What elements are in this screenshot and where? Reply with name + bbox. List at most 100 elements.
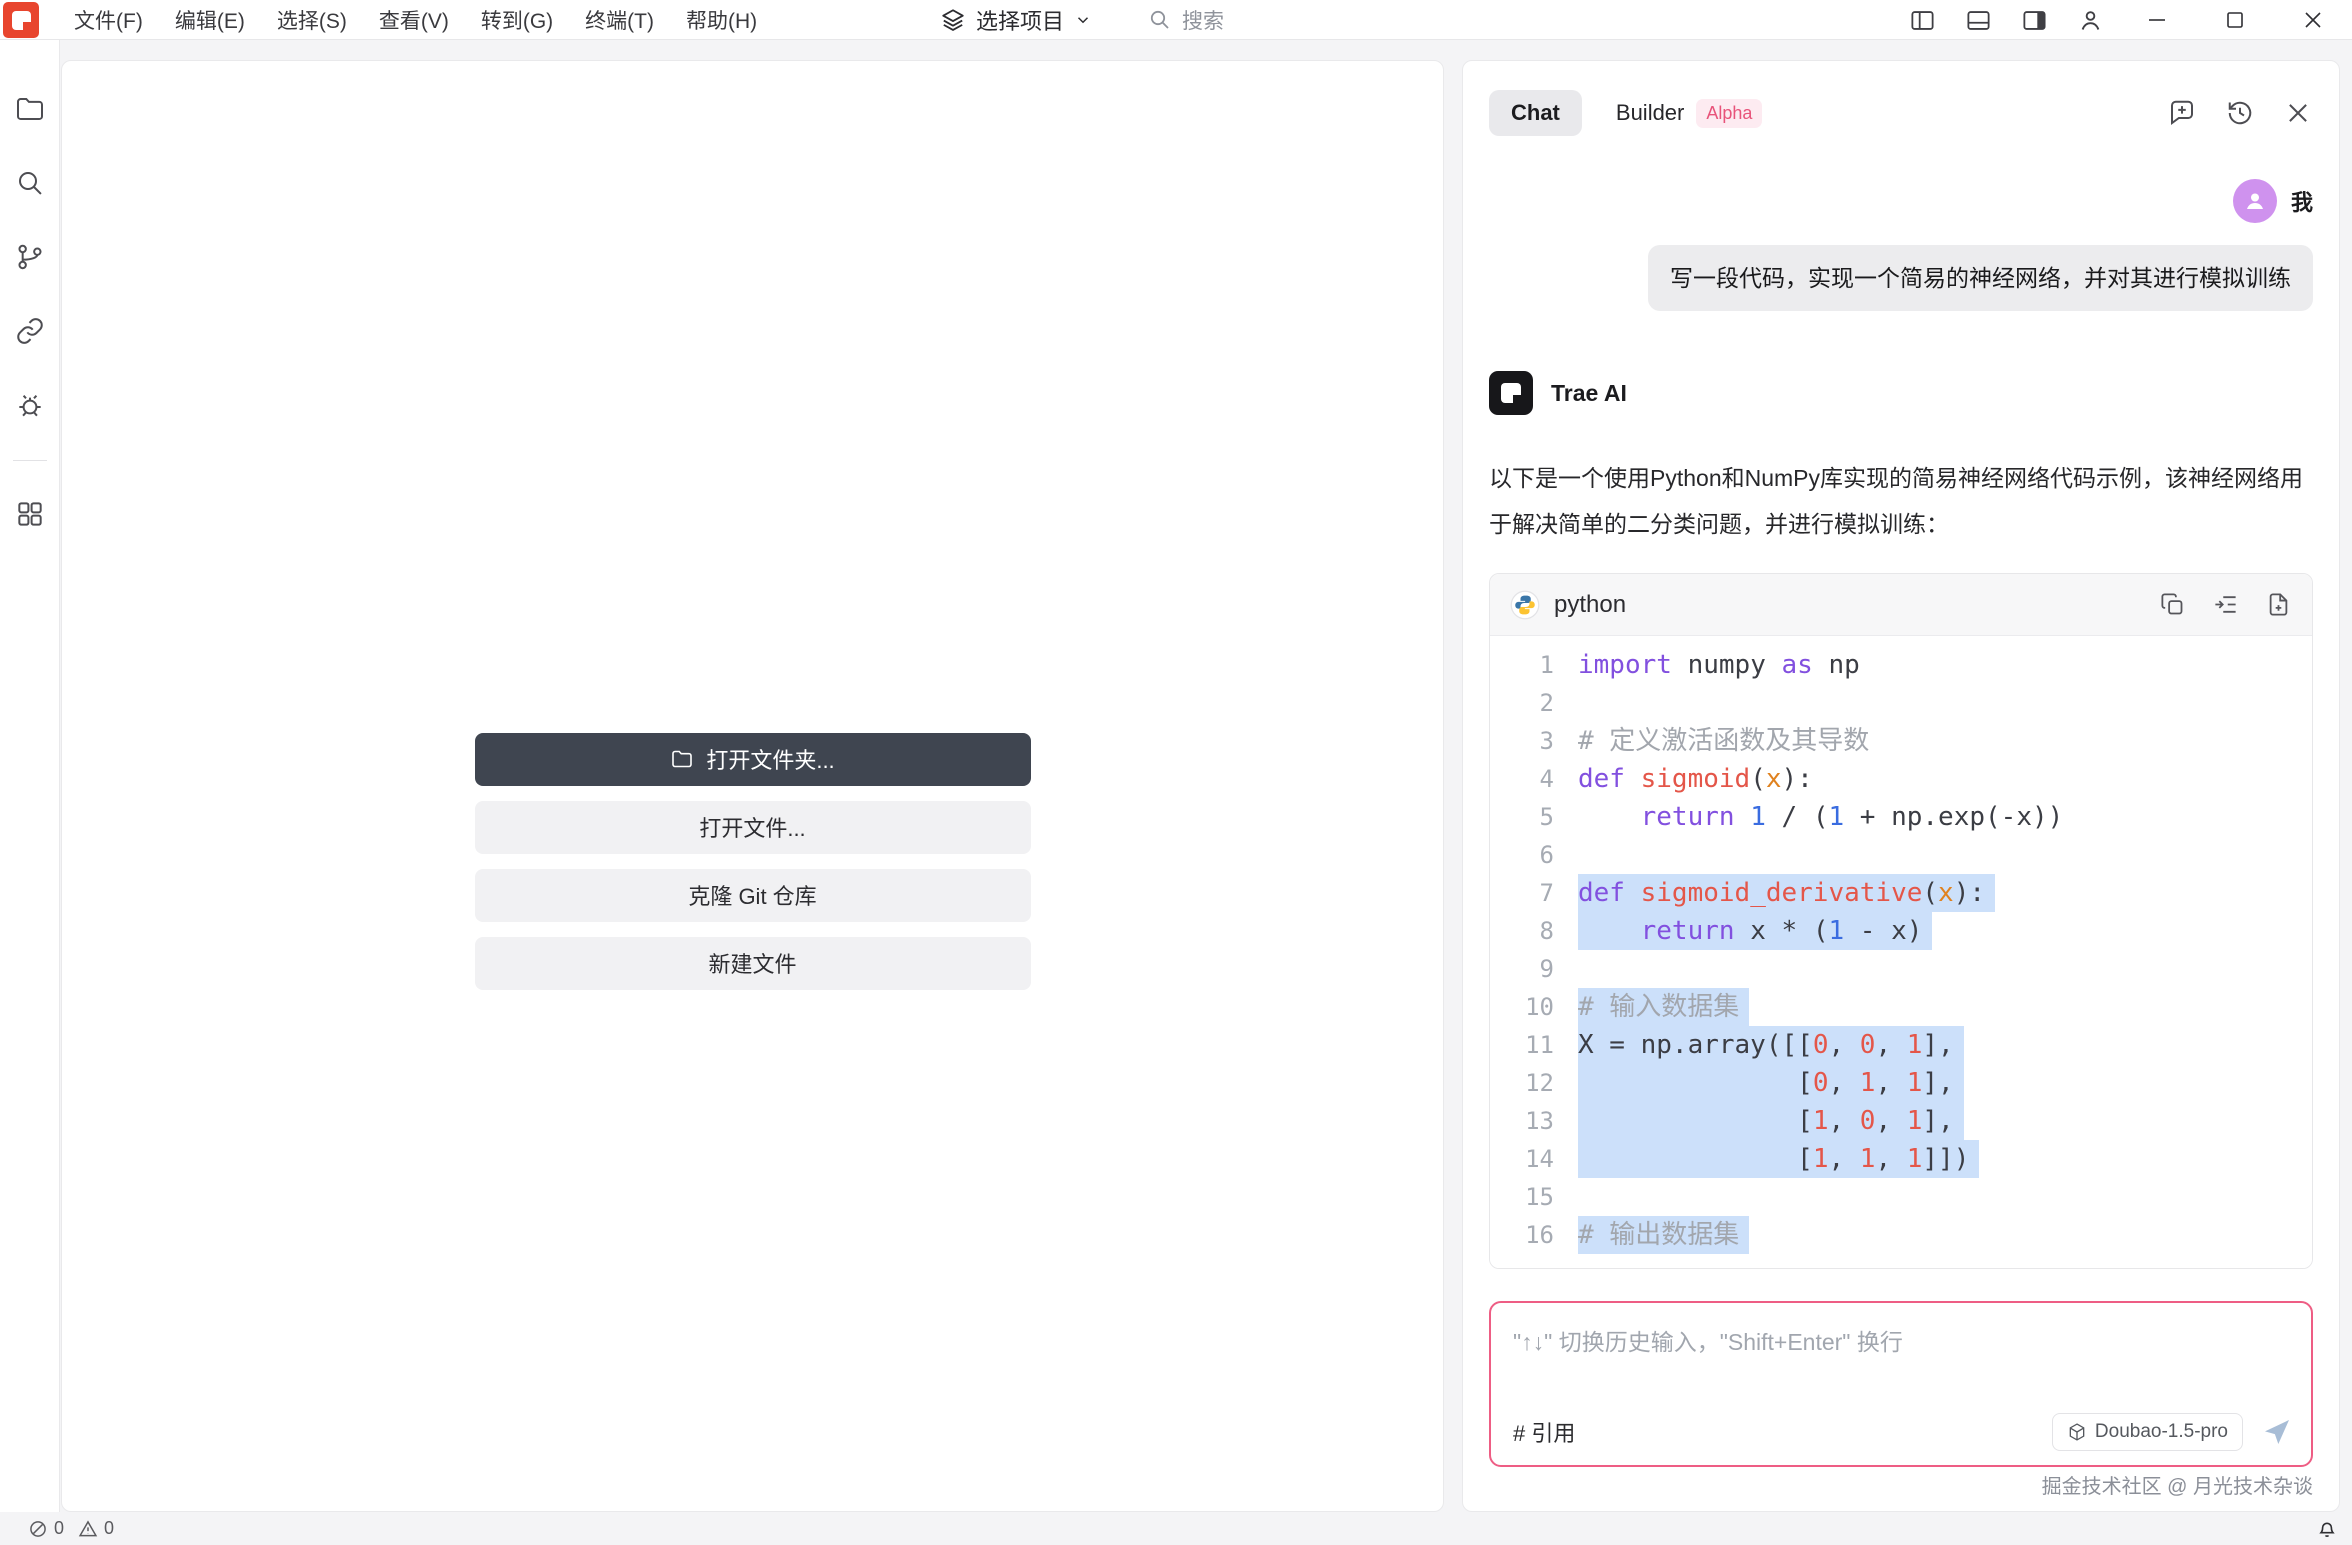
problems-errors[interactable]: 0 (28, 1518, 64, 1539)
plugins-icon[interactable] (0, 477, 60, 551)
code-block-header: python (1490, 574, 2312, 636)
code-line: 12 [0, 1, 1], (1490, 1064, 2312, 1102)
layers-icon (940, 7, 966, 33)
search-sidebar-icon[interactable] (0, 146, 60, 220)
menu-help[interactable]: 帮助(H) (670, 5, 773, 35)
maximize-button[interactable] (2196, 0, 2274, 40)
insert-code-icon[interactable] (2212, 591, 2239, 618)
warning-count: 0 (104, 1518, 114, 1539)
project-selector[interactable]: 选择项目 (940, 4, 1092, 36)
chat-panel: Chat Builder Alpha 我 (1462, 60, 2340, 1512)
code-line: 1import numpy as np (1490, 646, 2312, 684)
code-line: 4def sigmoid(x): (1490, 760, 2312, 798)
account-icon[interactable] (2062, 0, 2118, 40)
user-message-wrap: 写一段代码，实现一个简易的神经网络，并对其进行模拟训练 (1489, 223, 2313, 311)
minimize-button[interactable] (2118, 0, 2196, 40)
problems-warnings[interactable]: 0 (78, 1518, 114, 1539)
app-logo-icon[interactable] (3, 2, 39, 38)
welcome-actions: 打开文件夹... 打开文件... 克隆 Git 仓库 新建文件 (475, 733, 1031, 990)
toggle-right-panel-icon[interactable] (2006, 0, 2062, 40)
input-toolbar: # 引用 Doubao-1.5-pro (1513, 1413, 2293, 1451)
assistant-name: Trae AI (1551, 380, 1627, 407)
code-line: 5 return 1 / (1 + np.exp(-x)) (1490, 798, 2312, 836)
code-line: 11X = np.array([[0, 0, 1], (1490, 1026, 2312, 1064)
remote-link-icon[interactable] (0, 294, 60, 368)
search-icon (1148, 8, 1172, 32)
code-actions (2159, 591, 2292, 618)
code-line: 15 (1490, 1178, 2312, 1216)
project-selector-label: 选择项目 (976, 4, 1064, 36)
chat-header-actions (2167, 98, 2313, 128)
model-selector[interactable]: Doubao-1.5-pro (2052, 1413, 2243, 1451)
menu-terminal[interactable]: 终端(T) (569, 5, 670, 35)
clone-repo-button[interactable]: 克隆 Git 仓库 (475, 869, 1031, 922)
new-chat-icon[interactable] (2167, 98, 2197, 128)
titlebar-right (1894, 0, 2352, 40)
code-lines[interactable]: 1import numpy as np23# 定义激活函数及其导数4def si… (1490, 636, 2312, 1268)
chat-input-placeholder: "↑↓" 切换历史输入，"Shift+Enter" 换行 (1513, 1323, 2289, 1357)
code-line: 3# 定义激活函数及其导数 (1490, 722, 2312, 760)
warning-icon (78, 1519, 98, 1539)
source-control-icon[interactable] (0, 220, 60, 294)
sidebar-divider (13, 460, 47, 461)
clone-repo-label: 克隆 Git 仓库 (688, 879, 816, 911)
close-panel-icon[interactable] (2283, 98, 2313, 128)
new-file-button[interactable]: 新建文件 (475, 937, 1031, 990)
code-block: python 1import numpy as np23# 定义激活函数及其 (1489, 573, 2313, 1269)
menu-edit[interactable]: 编辑(E) (159, 5, 261, 35)
app-window: 文件(F) 编辑(E) 选择(S) 查看(V) 转到(G) 终端(T) 帮助(H… (0, 0, 2352, 1545)
activity-bar (0, 40, 60, 1512)
code-line: 9 (1490, 950, 2312, 988)
user-name: 我 (2291, 185, 2313, 217)
open-folder-button[interactable]: 打开文件夹... (475, 733, 1031, 786)
chat-input-box[interactable]: "↑↓" 切换历史输入，"Shift+Enter" 换行 # 引用 Doubao… (1489, 1301, 2313, 1467)
watermark-text: 掘金技术社区 @ 月光技术杂谈 (1489, 1467, 2313, 1511)
code-line: 2 (1490, 684, 2312, 722)
history-icon[interactable] (2225, 98, 2255, 128)
global-search-button[interactable]: 搜索 (1148, 5, 1224, 35)
open-file-label: 打开文件... (699, 811, 805, 843)
error-count: 0 (54, 1518, 64, 1539)
code-language-label: python (1554, 591, 1626, 619)
code-line: 6 (1490, 836, 2312, 874)
code-line: 14 [1, 1, 1]]) (1490, 1140, 2312, 1178)
titlebar: 文件(F) 编辑(E) 选择(S) 查看(V) 转到(G) 终端(T) 帮助(H… (0, 0, 2352, 40)
tab-chat[interactable]: Chat (1489, 90, 1582, 136)
explorer-icon[interactable] (0, 72, 60, 146)
menu-view[interactable]: 查看(V) (363, 5, 465, 35)
menu-bar: 文件(F) 编辑(E) 选择(S) 查看(V) 转到(G) 终端(T) 帮助(H… (58, 0, 773, 40)
code-line: 16# 输出数据集 (1490, 1216, 2312, 1254)
open-file-button[interactable]: 打开文件... (475, 801, 1031, 854)
assistant-row: Trae AI (1489, 371, 2313, 415)
search-label: 搜索 (1182, 5, 1224, 35)
model-name-label: Doubao-1.5-pro (2095, 1421, 2228, 1443)
model-cube-icon (2067, 1422, 2087, 1442)
new-file-label: 新建文件 (708, 947, 796, 979)
close-window-button[interactable] (2274, 0, 2352, 40)
trae-ai-avatar (1489, 371, 1533, 415)
debug-icon[interactable] (0, 368, 60, 442)
code-line: 7def sigmoid_derivative(x): (1490, 874, 2312, 912)
reference-button[interactable]: # 引用 (1513, 1416, 1575, 1448)
toggle-left-panel-icon[interactable] (1894, 0, 1950, 40)
menu-file[interactable]: 文件(F) (58, 5, 159, 35)
copy-icon[interactable] (2159, 591, 2186, 618)
error-icon (28, 1519, 48, 1539)
alpha-badge: Alpha (1696, 99, 1762, 128)
tab-builder[interactable]: Builder (1616, 100, 1684, 126)
notifications-bell-icon[interactable] (2316, 1518, 2338, 1540)
editor-panel: 打开文件夹... 打开文件... 克隆 Git 仓库 新建文件 (61, 60, 1444, 1512)
chat-messages[interactable]: 我 写一段代码，实现一个简易的神经网络，并对其进行模拟训练 Trae AI 以下… (1489, 149, 2313, 1287)
toggle-bottom-panel-icon[interactable] (1950, 0, 2006, 40)
apply-to-file-icon[interactable] (2265, 591, 2292, 618)
user-message-bubble: 写一段代码，实现一个简易的神经网络，并对其进行模拟训练 (1648, 245, 2313, 311)
send-icon[interactable] (2261, 1416, 2293, 1448)
chat-header: Chat Builder Alpha (1489, 77, 2313, 149)
python-icon (1510, 590, 1540, 620)
user-row: 我 (1489, 179, 2313, 223)
open-folder-label: 打开文件夹... (706, 743, 834, 775)
titlebar-center: 选择项目 搜索 (940, 0, 1224, 40)
status-bar: 0 0 (0, 1512, 2352, 1545)
menu-goto[interactable]: 转到(G) (465, 5, 569, 35)
menu-select[interactable]: 选择(S) (261, 5, 363, 35)
